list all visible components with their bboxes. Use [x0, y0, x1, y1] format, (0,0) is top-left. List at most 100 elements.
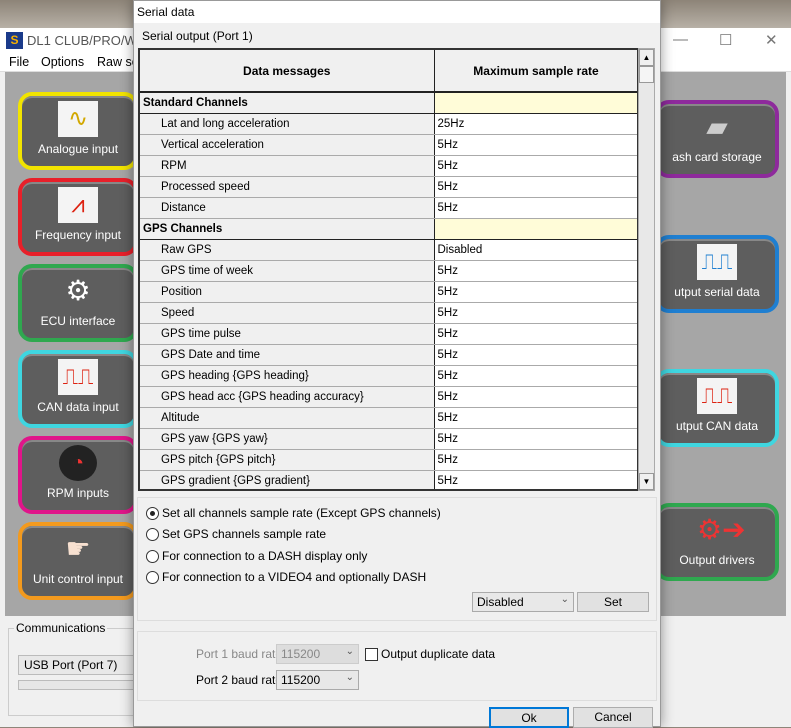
radio-indicator — [146, 570, 159, 584]
sample-rate-cell[interactable]: 5Hz — [434, 134, 637, 156]
sample-rate-cell[interactable]: 5Hz — [434, 365, 637, 387]
section-row[interactable]: GPS Channels — [140, 218, 637, 240]
ok-button[interactable]: Ok — [489, 707, 569, 728]
sample-rate-cell[interactable]: 5Hz — [434, 470, 637, 489]
gear-arrow-icon: ⚙➔ — [697, 514, 746, 545]
tile-label: RPM inputs — [46, 486, 110, 500]
sample-rate-cell[interactable]: 25Hz — [434, 113, 637, 135]
table-row[interactable]: Vertical acceleration 5Hz — [140, 134, 637, 156]
sample-rate-cell[interactable]: 5Hz — [434, 386, 637, 408]
square-wave-icon: ⎍⎍ — [697, 244, 737, 280]
rate-select[interactable]: Disabled ⌄ — [472, 592, 574, 612]
radio-indicator — [146, 506, 159, 520]
table-row[interactable]: GPS gradient {GPS gradient} 5Hz — [140, 470, 637, 489]
table-row[interactable]: GPS pitch {GPS pitch} 5Hz — [140, 449, 637, 471]
radio-dash-only[interactable]: For connection to a DASH display only — [146, 549, 367, 563]
table-row[interactable]: Lat and long acceleration 25Hz — [140, 113, 637, 135]
table-row[interactable]: GPS time of week 5Hz — [140, 260, 637, 282]
radio-indicator — [146, 549, 159, 563]
table-row[interactable]: RPM 5Hz — [140, 155, 637, 177]
can-data-input-tile[interactable]: ⎍⎍ CAN data input — [18, 350, 138, 428]
sample-rate-cell[interactable]: 5Hz — [434, 344, 637, 366]
ecu-interface-tile[interactable]: ⚙ ECU interface — [18, 264, 138, 342]
scroll-thumb[interactable] — [639, 66, 654, 83]
sample-rate-cell[interactable]: 5Hz — [434, 260, 637, 282]
sample-rate-cell[interactable]: 5Hz — [434, 176, 637, 198]
sample-rate-cell[interactable]: Disabled — [434, 239, 637, 261]
dialog-title: Serial data — [134, 1, 660, 23]
sample-rate-cell[interactable] — [434, 218, 637, 240]
output-drivers-tile[interactable]: ⚙➔ Output drivers — [655, 503, 779, 581]
tile-label: utput serial data — [674, 285, 760, 299]
tile-label: Unit control input — [32, 572, 124, 586]
table-row[interactable]: Raw GPS Disabled — [140, 239, 637, 261]
tile-label: Analogue input — [37, 142, 119, 156]
table-row[interactable]: Position 5Hz — [140, 281, 637, 303]
heartbeat-icon: ⩘ — [58, 187, 98, 223]
sample-rate-cell[interactable]: 5Hz — [434, 281, 637, 303]
radio-video4-dash[interactable]: For connection to a VIDEO4 and optionall… — [146, 570, 426, 584]
menu-file[interactable]: File — [9, 55, 29, 69]
menu-options[interactable]: Options — [41, 55, 84, 69]
table-row[interactable]: GPS Date and time 5Hz — [140, 344, 637, 366]
flash-card-storage-tile[interactable]: ▰ ash card storage — [655, 100, 779, 178]
sample-rate-cell[interactable]: 5Hz — [434, 428, 637, 450]
tile-label: Frequency input — [34, 228, 122, 242]
maximize-icon[interactable]: ☐ — [719, 31, 732, 49]
table-row[interactable]: Speed 5Hz — [140, 302, 637, 324]
scroll-up-icon[interactable]: ▲ — [639, 49, 654, 66]
square-wave-icon: ⎍⎍ — [58, 359, 98, 395]
table-row[interactable]: GPS heading {GPS heading} 5Hz — [140, 365, 637, 387]
table-row[interactable]: Altitude 5Hz — [140, 407, 637, 429]
radio-indicator — [146, 527, 159, 541]
gauge-icon: ◔ — [59, 445, 97, 481]
table-row[interactable]: Distance 5Hz — [140, 197, 637, 219]
message-name: Raw GPS — [140, 239, 435, 261]
frequency-input-tile[interactable]: ⩘ Frequency input — [18, 178, 138, 256]
analogue-input-tile[interactable]: ∿ Analogue input — [18, 92, 138, 170]
table-row[interactable]: GPS time pulse 5Hz — [140, 323, 637, 345]
message-name: Standard Channels — [140, 92, 435, 114]
radio-gps-channels[interactable]: Set GPS channels sample rate — [146, 527, 326, 541]
sample-rate-cell[interactable]: 5Hz — [434, 302, 637, 324]
cancel-button[interactable]: Cancel — [573, 707, 653, 728]
rpm-inputs-tile[interactable]: ◔ RPM inputs — [18, 436, 138, 514]
output-can-data-tile[interactable]: ⎍⎍ utput CAN data — [655, 369, 779, 447]
square-wave-icon: ⎍⎍ — [697, 378, 737, 414]
baud-rate-group: Port 1 baud rate 115200 ⌄ Output duplicat… — [137, 631, 657, 701]
output-serial-data-tile[interactable]: ⎍⎍ utput serial data — [655, 235, 779, 313]
set-button[interactable]: Set — [577, 592, 649, 612]
table-row[interactable]: GPS yaw {GPS yaw} 5Hz — [140, 428, 637, 450]
table-scrollbar[interactable]: ▲ ▼ — [638, 48, 655, 491]
sample-rate-cell[interactable]: 5Hz — [434, 155, 637, 177]
checkbox-label: Output duplicate data — [381, 647, 496, 661]
scroll-down-icon[interactable]: ▼ — [639, 473, 654, 490]
table-row[interactable]: Processed speed 5Hz — [140, 176, 637, 198]
port-label: Serial output (Port 1) — [142, 29, 253, 43]
sample-rate-cell[interactable]: 5Hz — [434, 407, 637, 429]
radio-all-channels[interactable]: Set all channels sample rate (Except GPS… — [146, 506, 441, 520]
table-row[interactable]: GPS head acc {GPS heading accuracy} 5Hz — [140, 386, 637, 408]
sample-rate-group: Set all channels sample rate (Except GPS… — [137, 497, 657, 621]
unit-control-input-tile[interactable]: ☛ Unit control input — [18, 522, 138, 600]
message-name: GPS yaw {GPS yaw} — [140, 428, 435, 450]
output-duplicate-checkbox[interactable]: Output duplicate data — [365, 647, 495, 661]
minimize-icon[interactable]: — — [673, 31, 688, 48]
message-name: Position — [140, 281, 435, 303]
section-row[interactable]: Standard Channels — [140, 92, 637, 114]
message-name: RPM — [140, 155, 435, 177]
port2-baud-select[interactable]: 115200 ⌄ — [276, 670, 359, 690]
message-name: GPS time pulse — [140, 323, 435, 345]
port2-baud-value: 115200 — [281, 673, 321, 687]
message-name: GPS gradient {GPS gradient} — [140, 470, 435, 489]
sample-rate-cell[interactable]: 5Hz — [434, 197, 637, 219]
close-icon[interactable]: ✕ — [765, 31, 778, 49]
sample-rate-cell[interactable]: 5Hz — [434, 449, 637, 471]
radio-label: For connection to a DASH display only — [162, 549, 368, 563]
column-header-messages: Data messages — [140, 50, 435, 93]
sample-rate-cell[interactable]: 5Hz — [434, 323, 637, 345]
sample-rate-cell[interactable] — [434, 92, 637, 114]
port1-baud-value: 115200 — [281, 647, 321, 661]
message-name: Distance — [140, 197, 435, 219]
app-logo-icon: S — [6, 32, 23, 49]
